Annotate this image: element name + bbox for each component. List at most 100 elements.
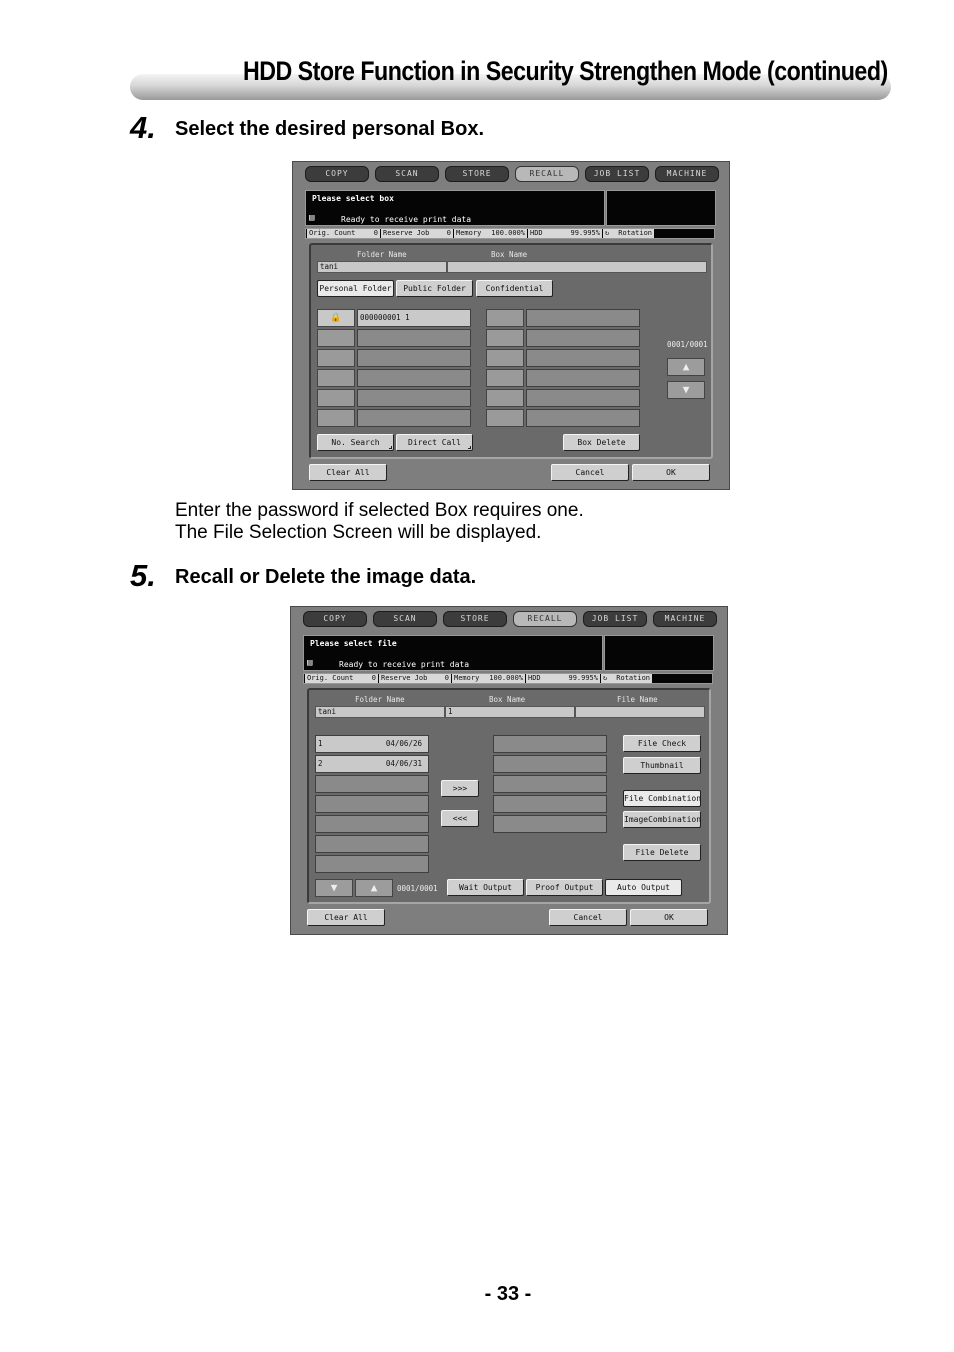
move-left-button[interactable]: <<< bbox=[441, 810, 479, 827]
step-4-note-line-1: Enter the password if selected Box requi… bbox=[175, 500, 584, 521]
image-combination-button[interactable]: ImageCombination bbox=[623, 811, 701, 828]
tab-job-list[interactable]: JOB LIST bbox=[585, 166, 649, 182]
status-bar: Orig. Count 0 Reserve Job 0 Memory 100.000%… bbox=[303, 673, 713, 684]
selected-file-slot[interactable] bbox=[493, 735, 607, 753]
scroll-up-button[interactable]: ▲ bbox=[355, 879, 393, 897]
file-name-header: File Name bbox=[617, 695, 658, 704]
box-slot[interactable] bbox=[526, 329, 640, 347]
box-entry[interactable]: 000000001 1 bbox=[357, 309, 471, 327]
box-slot-button[interactable] bbox=[317, 409, 355, 427]
file-selection-screen: COPY SCAN STORE RECALL JOB LIST MACHINE … bbox=[290, 606, 728, 935]
box-slot-button[interactable] bbox=[486, 349, 524, 367]
direct-call-button[interactable]: Direct Call bbox=[396, 434, 473, 451]
confidential-tab[interactable]: Confidential bbox=[476, 280, 553, 297]
move-right-button[interactable]: >>> bbox=[441, 780, 479, 797]
message-side-area bbox=[606, 190, 716, 226]
file-row[interactable]: 2 04/06/31 bbox=[315, 755, 429, 773]
tab-machine[interactable]: MACHINE bbox=[655, 166, 719, 182]
box-slot-button[interactable] bbox=[317, 329, 355, 347]
box-delete-button[interactable]: Box Delete bbox=[563, 434, 640, 451]
scroll-down-button[interactable]: ▼ bbox=[315, 879, 353, 897]
box-slot-button[interactable] bbox=[486, 389, 524, 407]
step-4-text: Select the desired personal Box. bbox=[175, 118, 484, 140]
step-4-note-line-2: The File Selection Screen will be displa… bbox=[175, 522, 542, 543]
orig-count-value: 0 bbox=[373, 229, 378, 237]
box-slot[interactable] bbox=[526, 369, 640, 387]
thumbnail-button[interactable]: Thumbnail bbox=[623, 757, 701, 774]
proof-output-button[interactable]: Proof Output bbox=[526, 879, 603, 896]
tab-copy[interactable]: COPY bbox=[303, 611, 367, 627]
rotation-icon: ↻ bbox=[605, 229, 610, 237]
tab-machine[interactable]: MACHINE bbox=[653, 611, 717, 627]
box-slot[interactable] bbox=[526, 309, 640, 327]
tab-copy[interactable]: COPY bbox=[305, 166, 369, 182]
box-slot-button[interactable] bbox=[486, 329, 524, 347]
ok-button[interactable]: OK bbox=[632, 464, 710, 481]
selected-file-slot[interactable] bbox=[493, 755, 607, 773]
message-area: Please select box ▤ Ready to receive pri… bbox=[305, 190, 605, 226]
scroll-up-button[interactable]: ▲ bbox=[667, 358, 705, 376]
box-name-header: Box Name bbox=[491, 250, 528, 259]
cancel-button[interactable]: Cancel bbox=[551, 464, 629, 481]
lock-icon[interactable]: 🔒 bbox=[317, 309, 355, 327]
page-counter: 0001/0001 bbox=[397, 884, 438, 893]
file-combination-button[interactable]: File Combination bbox=[623, 790, 701, 807]
box-slot[interactable] bbox=[357, 349, 471, 367]
tab-store[interactable]: STORE bbox=[443, 611, 507, 627]
orig-count-label: Orig. Count bbox=[307, 674, 354, 682]
selected-file-slot[interactable] bbox=[493, 775, 607, 793]
step-5-text: Recall or Delete the image data. bbox=[175, 566, 477, 588]
file-check-button[interactable]: File Check bbox=[623, 735, 701, 752]
message-title: Please select file bbox=[310, 639, 397, 648]
cancel-button[interactable]: Cancel bbox=[549, 909, 627, 926]
box-slot[interactable] bbox=[357, 389, 471, 407]
file-row[interactable] bbox=[315, 835, 429, 853]
tab-store[interactable]: STORE bbox=[445, 166, 509, 182]
box-slot-button[interactable] bbox=[486, 409, 524, 427]
box-slot[interactable] bbox=[526, 349, 640, 367]
box-slot[interactable] bbox=[357, 409, 471, 427]
file-row[interactable] bbox=[315, 775, 429, 793]
file-row[interactable]: 1 04/06/26 bbox=[315, 735, 429, 753]
tab-scan[interactable]: SCAN bbox=[375, 166, 439, 182]
file-name-field bbox=[575, 706, 705, 718]
box-slot-button[interactable] bbox=[317, 389, 355, 407]
hdd-label: HDD bbox=[530, 229, 543, 237]
step-4-number: 4. bbox=[130, 110, 156, 145]
tab-scan[interactable]: SCAN bbox=[373, 611, 437, 627]
wait-output-button[interactable]: Wait Output bbox=[447, 879, 524, 896]
page-number: - 33 - bbox=[484, 1283, 532, 1305]
public-folder-tab[interactable]: Public Folder bbox=[396, 280, 473, 297]
tab-job-list[interactable]: JOB LIST bbox=[583, 611, 647, 627]
box-slot-button[interactable] bbox=[317, 369, 355, 387]
clear-all-button[interactable]: Clear All bbox=[309, 464, 387, 481]
selected-file-slot[interactable] bbox=[493, 795, 607, 813]
auto-output-button[interactable]: Auto Output bbox=[605, 879, 682, 896]
memory-value: 100.000% bbox=[491, 229, 525, 237]
orig-count-label: Orig. Count bbox=[309, 229, 356, 237]
ok-button[interactable]: OK bbox=[630, 909, 708, 926]
box-name-field bbox=[447, 261, 707, 273]
tab-recall[interactable]: RECALL bbox=[513, 611, 577, 627]
box-slot[interactable] bbox=[357, 369, 471, 387]
hdd-value: 99.995% bbox=[570, 229, 600, 237]
tab-recall[interactable]: RECALL bbox=[515, 166, 579, 182]
file-row[interactable] bbox=[315, 795, 429, 813]
file-row[interactable] bbox=[315, 815, 429, 833]
box-slot-button[interactable] bbox=[486, 369, 524, 387]
selected-file-slot[interactable] bbox=[493, 815, 607, 833]
box-slot-button[interactable] bbox=[317, 349, 355, 367]
page-title: HDD Store Function in Security Strengthe… bbox=[243, 56, 888, 86]
file-row[interactable] bbox=[315, 855, 429, 873]
personal-folder-tab[interactable]: Personal Folder bbox=[317, 280, 394, 297]
message-area: Please select file ▤ Ready to receive pr… bbox=[303, 635, 603, 671]
step-5-number: 5. bbox=[130, 558, 156, 593]
clear-all-button[interactable]: Clear All bbox=[307, 909, 385, 926]
box-slot[interactable] bbox=[526, 389, 640, 407]
box-slot[interactable] bbox=[526, 409, 640, 427]
box-slot[interactable] bbox=[357, 329, 471, 347]
box-slot-button[interactable] bbox=[486, 309, 524, 327]
no-search-button[interactable]: No. Search bbox=[317, 434, 394, 451]
scroll-down-button[interactable]: ▼ bbox=[667, 381, 705, 399]
file-delete-button[interactable]: File Delete bbox=[623, 844, 701, 861]
